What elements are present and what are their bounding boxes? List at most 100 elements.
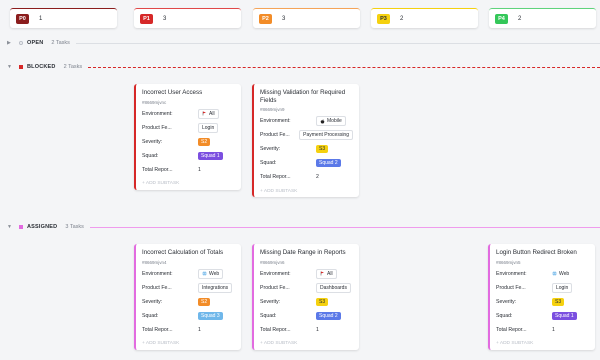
total-reports-value[interactable]: 1 xyxy=(198,167,201,173)
add-subtask-button[interactable]: + ADD SUBTASK xyxy=(142,338,235,350)
priority-card-p4[interactable]: P4 2 xyxy=(489,8,596,28)
field-label: Environment: xyxy=(260,270,291,277)
field-label: Severity: xyxy=(260,298,281,305)
group-header-blocked[interactable]: ▼ BLOCKED 2 Tasks xyxy=(0,62,600,72)
field-squad: Squad: Squad 3 xyxy=(142,309,235,323)
status-dot-icon xyxy=(19,225,23,229)
squad-badge[interactable]: Squad 1 xyxy=(198,151,223,160)
field-product: Product Fe... Dashboards xyxy=(260,281,353,295)
squad-badge[interactable]: Squad 2 xyxy=(316,159,341,167)
field-squad: Squad: Squad 1 xyxy=(496,309,589,323)
field-label: Severity: xyxy=(142,298,163,305)
group-header-open[interactable]: ▶ OPEN 2 Tasks xyxy=(0,38,600,48)
group-header-assigned[interactable]: ▼ ASSIGNED 3 Tasks xyxy=(0,222,600,232)
environment-tag[interactable]: Web xyxy=(552,271,569,277)
add-subtask-button[interactable]: + ADD SUBTASK xyxy=(496,338,589,350)
product-tag[interactable]: Dashboards xyxy=(316,282,351,293)
flag-icon xyxy=(320,271,324,276)
field-label: Severity: xyxy=(496,298,517,305)
field-label: Total Repor... xyxy=(142,326,173,333)
field-environment: Environment: Web xyxy=(496,267,589,281)
add-subtask-button[interactable]: + ADD SUBTASK xyxy=(142,178,235,190)
field-product: Product Fe... Payment Processing xyxy=(260,128,353,142)
task-card[interactable]: Incorrect User Access #8669mjvnc Environ… xyxy=(134,84,241,190)
field-severity: Severity: S2 xyxy=(142,295,235,309)
task-card[interactable]: Login Button Redirect Broken #8669mjvn5 … xyxy=(488,244,595,350)
task-card[interactable]: Incorrect Calculation of Totals #8669mjv… xyxy=(134,244,241,350)
field-label: Total Repor... xyxy=(260,326,291,333)
task-id: #8669mjvn6 xyxy=(260,259,285,265)
total-reports-value[interactable]: 1 xyxy=(316,327,319,333)
field-label: Environment: xyxy=(496,270,527,277)
field-label: Product Fe... xyxy=(142,124,172,131)
squad-badge[interactable]: Squad 3 xyxy=(198,311,223,320)
product-tag[interactable]: Payment Processing xyxy=(299,130,353,140)
environment-tag[interactable]: Mobile xyxy=(316,116,346,126)
task-card[interactable]: Missing Validation for Required Fields #… xyxy=(252,84,359,197)
severity-badge[interactable]: S3 xyxy=(316,297,329,306)
squad-badge[interactable]: Squad 1 xyxy=(552,311,577,320)
field-label: Environment: xyxy=(142,110,173,117)
task-title[interactable]: Incorrect Calculation of Totals xyxy=(142,249,235,257)
total-reports-value[interactable]: 2 xyxy=(316,174,319,180)
field-label: Severity: xyxy=(142,138,163,145)
group-task-count: 2 Tasks xyxy=(63,64,83,70)
task-title[interactable]: Missing Validation for Required Fields xyxy=(260,89,353,104)
severity-badge[interactable]: S2 xyxy=(198,297,211,306)
field-label: Squad: xyxy=(260,160,277,166)
field-squad: Squad: Squad 2 xyxy=(260,309,353,323)
priority-card-p1[interactable]: P1 3 xyxy=(134,8,241,28)
field-label: Product Fe... xyxy=(260,132,290,138)
environment-value: Web xyxy=(209,270,220,277)
field-severity: Severity: S3 xyxy=(496,295,589,309)
field-severity: Severity: S2 xyxy=(142,135,235,149)
task-title[interactable]: Incorrect User Access xyxy=(142,89,235,97)
severity-badge[interactable]: S2 xyxy=(198,137,211,146)
group-status-name: ASSIGNED xyxy=(27,224,58,230)
field-product: Product Fe... Integrations xyxy=(142,281,235,295)
field-environment: Environment: All xyxy=(142,107,235,121)
field-total-reports: Total Repor... 1 xyxy=(142,323,235,337)
total-reports-value[interactable]: 1 xyxy=(198,327,201,333)
task-id: #8669mjvn9 xyxy=(260,107,285,112)
environment-tag[interactable]: All xyxy=(316,268,337,279)
task-id: #8669mjvnc xyxy=(142,99,167,105)
task-title[interactable]: Login Button Redirect Broken xyxy=(496,249,589,257)
group-divider xyxy=(89,226,600,228)
field-product: Product Fe... Login xyxy=(496,281,589,295)
priority-card-p3[interactable]: P3 2 xyxy=(371,8,478,28)
priority-card-p2[interactable]: P2 3 xyxy=(253,8,360,28)
field-label: Severity: xyxy=(260,146,281,152)
priority-summary-bar: P0 1 P1 3 P2 3 P3 2 P4 2 xyxy=(0,0,600,32)
priority-count: 2 xyxy=(400,15,404,22)
product-tag[interactable]: Integrations xyxy=(198,282,233,293)
total-reports-value[interactable]: 1 xyxy=(552,327,555,333)
priority-count: 1 xyxy=(39,15,43,22)
squad-badge[interactable]: Squad 2 xyxy=(316,311,341,320)
priority-card-p0[interactable]: P0 1 xyxy=(10,8,117,28)
group-status-name: OPEN xyxy=(27,40,44,46)
add-subtask-button[interactable]: + ADD SUBTASK xyxy=(260,185,353,197)
chevron-down-icon[interactable]: ▼ xyxy=(7,224,13,230)
chevron-right-icon[interactable]: ▶ xyxy=(7,40,13,46)
severity-badge[interactable]: S3 xyxy=(316,145,329,153)
field-severity: Severity: S3 xyxy=(260,295,353,309)
product-tag[interactable]: Login xyxy=(198,122,219,133)
field-label: Environment: xyxy=(260,118,291,124)
field-label: Total Repor... xyxy=(496,326,527,333)
status-dot-icon xyxy=(19,65,23,69)
severity-badge[interactable]: S3 xyxy=(552,297,565,306)
add-subtask-button[interactable]: + ADD SUBTASK xyxy=(260,338,353,350)
field-label: Total Repor... xyxy=(260,174,291,180)
group-task-count: 2 Tasks xyxy=(51,40,70,46)
field-label: Product Fe... xyxy=(260,284,290,291)
field-total-reports: Total Repor... 1 xyxy=(142,163,235,177)
task-title[interactable]: Missing Date Range in Reports xyxy=(260,249,353,257)
chevron-down-icon[interactable]: ▼ xyxy=(7,64,13,70)
flag-icon xyxy=(202,111,206,116)
field-squad: Squad: Squad 2 xyxy=(260,156,353,170)
environment-tag[interactable]: All xyxy=(198,108,219,119)
product-tag[interactable]: Login xyxy=(552,282,573,293)
environment-tag[interactable]: Web xyxy=(198,268,224,279)
task-card[interactable]: Missing Date Range in Reports #8669mjvn6… xyxy=(252,244,359,350)
